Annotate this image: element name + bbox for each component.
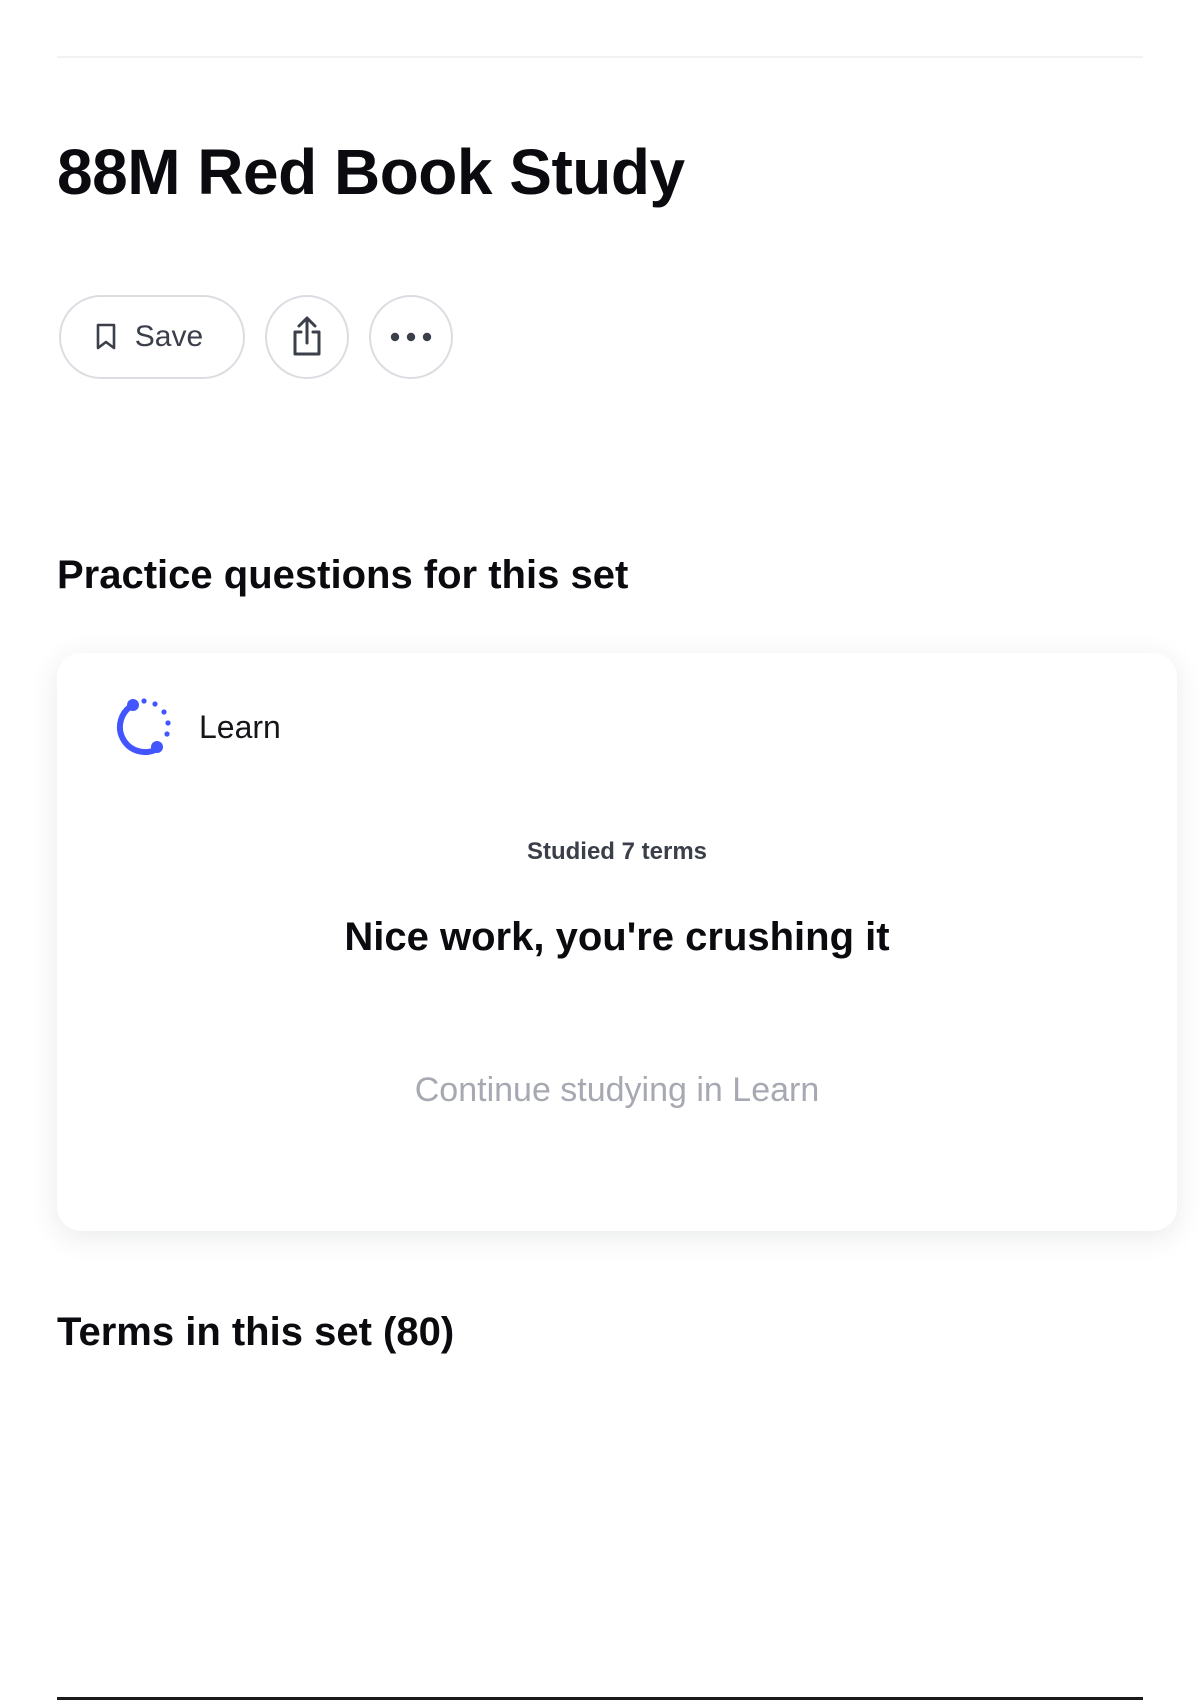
- more-horizontal-icon: [389, 331, 433, 343]
- share-button[interactable]: [265, 295, 349, 379]
- learn-mode-label: Learn: [199, 708, 281, 745]
- learn-card-header: Learn: [113, 695, 281, 759]
- terms-heading: Terms in this set (80): [57, 1310, 455, 1354]
- save-button[interactable]: Save: [59, 295, 245, 379]
- bookmark-icon: [95, 323, 117, 351]
- set-actions: Save: [59, 295, 453, 379]
- practice-questions-heading: Practice questions for this set: [57, 553, 629, 597]
- studied-terms-count: Studied 7 terms: [526, 838, 708, 865]
- share-icon: [287, 315, 327, 359]
- page-title: 88M Red Book Study: [57, 136, 685, 208]
- learn-progress-icon: [113, 695, 177, 759]
- top-divider: [57, 56, 1143, 58]
- save-button-label: Save: [134, 320, 204, 353]
- continue-learn-link[interactable]: Continue studying in Learn: [57, 1071, 1177, 1110]
- learn-card[interactable]: Learn Studied 7 terms Nice work, you're …: [57, 653, 1177, 1231]
- progress-message: Nice work, you're crushing it: [344, 915, 890, 959]
- more-options-button[interactable]: [369, 295, 453, 379]
